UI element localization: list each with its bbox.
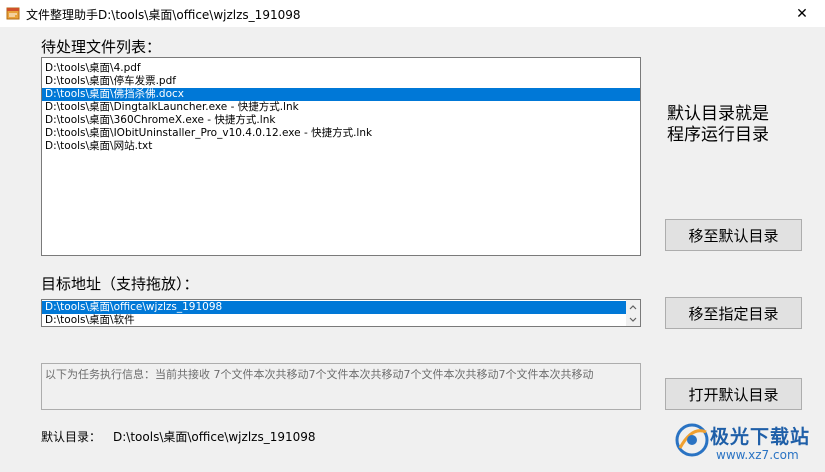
file-list-item[interactable]: D:\tools\桌面\360ChromeX.exe - 快捷方式.lnk [42, 114, 640, 127]
app-icon [6, 7, 20, 20]
watermark-logo-icon [675, 423, 709, 457]
file-list-item[interactable]: D:\tools\桌面\4.pdf [42, 62, 640, 75]
default-dir-note: 默认目录就是 程序运行目录 [667, 104, 797, 146]
target-list-item[interactable]: D:\tools\桌面\office\wjzlzs_191098 [42, 301, 626, 314]
file-list-item[interactable]: D:\tools\桌面\DingtalkLauncher.exe - 快捷方式.… [42, 101, 640, 114]
scroll-down-icon[interactable] [626, 314, 640, 325]
close-button[interactable]: ✕ [779, 0, 825, 27]
watermark-url: www.xz7.com [716, 448, 799, 462]
file-list-item[interactable]: D:\tools\桌面\佛挡杀佛.docx [42, 88, 640, 101]
title-bar[interactable]: 文件整理助手D:\tools\桌面\office\wjzlzs_191098 ✕ [0, 0, 825, 27]
default-dir-value: D:\tools\桌面\office\wjzlzs_191098 [113, 430, 316, 444]
default-dir-row: 默认目录： D:\tools\桌面\office\wjzlzs_191098 [41, 428, 316, 445]
default-dir-label: 默认目录： [41, 430, 102, 444]
file-list[interactable]: D:\tools\桌面\4.pdf D:\tools\桌面\停车发票.pdf D:\… [41, 57, 641, 256]
window-title: 文件整理助手D:\tools\桌面\office\wjzlzs_191098 [26, 8, 301, 22]
app-window: 文件整理助手D:\tools\桌面\office\wjzlzs_191098 ✕… [0, 0, 825, 472]
close-icon: ✕ [796, 5, 808, 22]
move-to-default-button[interactable]: 移至默认目录 [665, 219, 802, 251]
watermark-brand: 极光下载站 [710, 426, 811, 448]
target-list[interactable]: D:\tools\桌面\office\wjzlzs_191098 D:\tools… [41, 299, 641, 327]
note-line-1: 默认目录就是 [667, 104, 769, 124]
move-to-specified-button[interactable]: 移至指定目录 [665, 297, 802, 329]
note-line-2: 程序运行目录 [667, 125, 769, 145]
watermark: 极光下载站 www.xz7.com [672, 418, 822, 470]
file-list-label: 待处理文件列表： [41, 38, 162, 56]
open-default-button[interactable]: 打开默认目录 [665, 378, 802, 410]
file-list-item[interactable]: D:\tools\桌面\IObitUninstaller_Pro_v10.4.0… [42, 127, 640, 140]
file-list-item[interactable]: D:\tools\桌面\网站.txt [42, 140, 640, 153]
target-scrollbar[interactable] [626, 300, 640, 326]
target-label: 目标地址（支持拖放）： [41, 275, 199, 293]
scroll-up-icon[interactable] [626, 301, 640, 312]
file-list-item[interactable]: D:\tools\桌面\停车发票.pdf [42, 75, 640, 88]
task-info-box[interactable]: 以下为任务执行信息：当前共接收 7个文件本次共移动7个文件本次共移动7个文件本次… [41, 363, 641, 410]
task-info-text: 以下为任务执行信息：当前共接收 7个文件本次共移动7个文件本次共移动7个文件本次… [45, 368, 594, 381]
target-list-item[interactable]: D:\tools\桌面\软件 [42, 314, 626, 326]
